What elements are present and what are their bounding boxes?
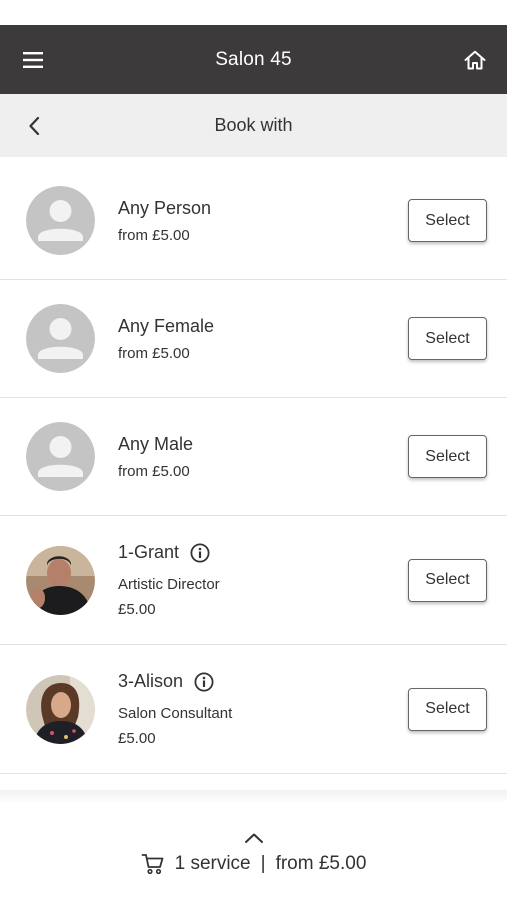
info-icon[interactable] <box>190 542 210 563</box>
staff-name-line: 3-Alison <box>118 671 408 692</box>
person-photo <box>26 545 95 615</box>
staff-row-grant[interactable]: 1-Grant Artistic Director £5.00 Select <box>0 516 507 645</box>
staff-row-any-person[interactable]: Any Person from £5.00 Select <box>0 162 507 280</box>
staff-info: Any Person from £5.00 <box>118 198 408 244</box>
select-button[interactable]: Select <box>408 317 487 360</box>
sub-header: Book with <box>0 94 507 157</box>
staff-photo-avatar <box>26 674 95 744</box>
person-placeholder-icon <box>26 304 95 373</box>
list-bottom-shadow <box>0 790 507 804</box>
staff-row-any-male[interactable]: Any Male from £5.00 Select <box>0 398 507 516</box>
staff-price: from £5.00 <box>118 226 190 244</box>
app-header: Salon 45 <box>0 25 507 94</box>
cart-separator: | <box>260 853 266 874</box>
hamburger-menu-icon <box>23 51 43 68</box>
staff-price: from £5.00 <box>118 462 190 480</box>
staff-price: from £5.00 <box>118 344 190 362</box>
person-placeholder-icon <box>26 422 95 491</box>
info-icon[interactable] <box>194 671 214 692</box>
staff-role: Artistic Director <box>118 576 220 593</box>
shopping-cart-icon <box>141 852 165 876</box>
staff-price: £5.00 <box>118 730 156 747</box>
staff-role: Salon Consultant <box>118 705 233 722</box>
home-button[interactable] <box>463 48 487 72</box>
page-title: Book with <box>214 115 293 135</box>
app-title: Salon 45 <box>215 48 292 70</box>
staff-row-any-female[interactable]: Any Female from £5.00 Select <box>0 280 507 398</box>
generic-person-avatar <box>26 186 95 255</box>
staff-name: Any Male <box>118 433 194 454</box>
staff-info: Any Male from £5.00 <box>118 434 408 480</box>
cart-count: 1 service <box>174 853 251 874</box>
cart-summary: 1 service | from £5.00 <box>141 852 367 876</box>
select-button[interactable]: Select <box>408 558 487 602</box>
staff-name: Any Person <box>118 197 212 218</box>
staff-list: Any Person from £5.00 Select Any Female … <box>0 157 507 774</box>
home-icon <box>464 50 486 69</box>
cart-bar[interactable]: 1 service | from £5.00 <box>0 804 507 900</box>
person-placeholder-icon <box>26 186 95 255</box>
staff-name-line: Any Person <box>118 198 408 219</box>
staff-row-alison[interactable]: 3-Alison Salon Consultant £5.00 Select <box>0 645 507 774</box>
select-button[interactable]: Select <box>408 435 487 478</box>
chevron-left-icon <box>29 116 40 135</box>
cart-total: from £5.00 <box>275 853 367 874</box>
staff-name: 1-Grant <box>118 542 180 562</box>
staff-photo-avatar <box>26 545 95 615</box>
staff-info: 3-Alison Salon Consultant £5.00 <box>118 671 408 747</box>
select-button[interactable]: Select <box>408 687 487 731</box>
chevron-up-icon <box>244 833 263 843</box>
staff-info: Any Female from £5.00 <box>118 316 408 362</box>
staff-name: 3-Alison <box>118 671 184 691</box>
staff-name-line: 1-Grant <box>118 542 408 563</box>
staff-info: 1-Grant Artistic Director £5.00 <box>118 542 408 618</box>
person-photo <box>26 674 95 744</box>
generic-person-avatar <box>26 422 95 491</box>
menu-button[interactable] <box>22 49 44 71</box>
staff-name: Any Female <box>118 315 215 336</box>
staff-price: £5.00 <box>118 601 156 618</box>
back-button[interactable] <box>22 114 46 138</box>
status-strip <box>0 0 507 25</box>
expand-cart-button[interactable] <box>242 830 266 846</box>
staff-name-line: Any Female <box>118 316 408 337</box>
select-button[interactable]: Select <box>408 199 487 242</box>
generic-person-avatar <box>26 304 95 373</box>
staff-name-line: Any Male <box>118 434 408 455</box>
